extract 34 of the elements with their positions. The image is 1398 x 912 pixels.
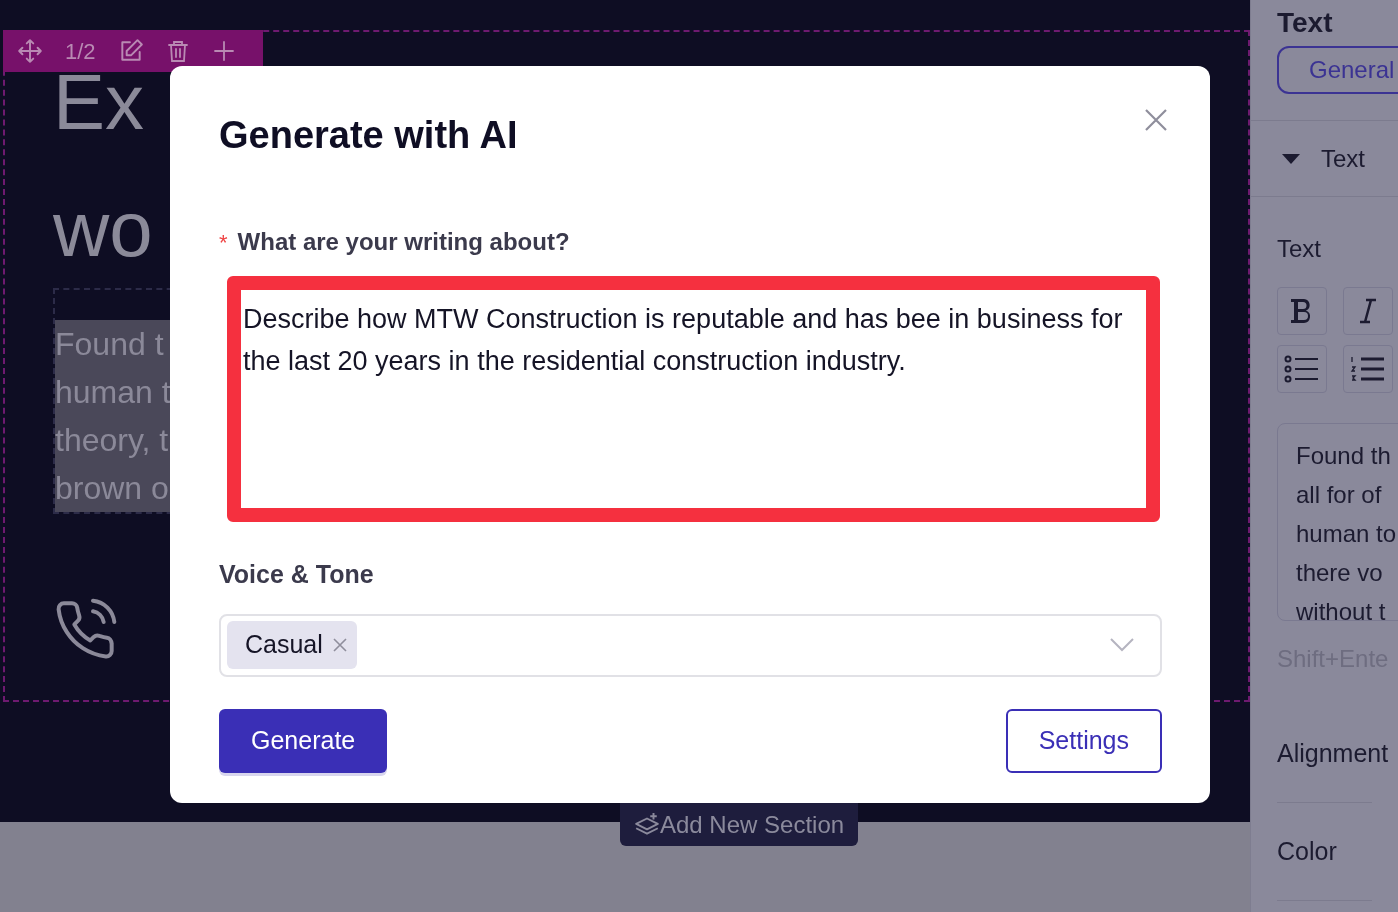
bullet-list-button[interactable] xyxy=(1277,345,1327,393)
plus-icon[interactable] xyxy=(211,39,236,63)
required-mark: * xyxy=(219,228,228,257)
bold-button[interactable] xyxy=(1277,287,1327,335)
bullet-list-icon xyxy=(1284,355,1320,383)
tag-chip: Casual xyxy=(227,621,357,669)
page-counter: 1/2 xyxy=(65,37,96,66)
prompt-field[interactable]: Describe how MTW Construction is reputable and has bee in business for the last 20 years in the residential construction industry. xyxy=(227,276,1160,522)
remove-icon[interactable] xyxy=(332,638,347,652)
italic-icon xyxy=(1358,297,1378,325)
move-icon[interactable] xyxy=(17,38,43,64)
trash-icon[interactable] xyxy=(165,38,190,64)
field-label: Text xyxy=(1277,234,1321,264)
add-section-button[interactable]: Add New Section xyxy=(620,803,859,846)
numbered-list-icon xyxy=(1350,355,1386,383)
generate-button[interactable]: Generate xyxy=(219,708,388,773)
caret-icon[interactable] xyxy=(1281,152,1301,165)
panel-title: Text xyxy=(1277,7,1333,38)
text-area[interactable]: Found th all for of human to there vo without t xyxy=(1277,423,1398,621)
tone-select[interactable]: Casual xyxy=(219,613,1162,677)
heading-text: Ex xyxy=(53,70,145,134)
numbered-list-button[interactable] xyxy=(1343,345,1393,393)
general-tab[interactable]: General xyxy=(1277,46,1398,94)
dialog-title: Generate with AI xyxy=(219,113,518,158)
settings-button[interactable]: Settings xyxy=(1005,708,1162,773)
voice-label: Voice & Tone xyxy=(219,559,374,590)
italic-button[interactable] xyxy=(1343,287,1393,335)
section-header[interactable]: Color xyxy=(1277,832,1337,871)
section-header[interactable]: Alignment xyxy=(1277,734,1389,773)
prompt-label: What are your writing about? xyxy=(237,227,570,257)
heading-text: wo xyxy=(53,197,153,261)
chevron-down-icon xyxy=(1110,638,1134,652)
close-icon[interactable] xyxy=(1144,108,1168,132)
section-header[interactable]: Text xyxy=(1321,140,1365,177)
